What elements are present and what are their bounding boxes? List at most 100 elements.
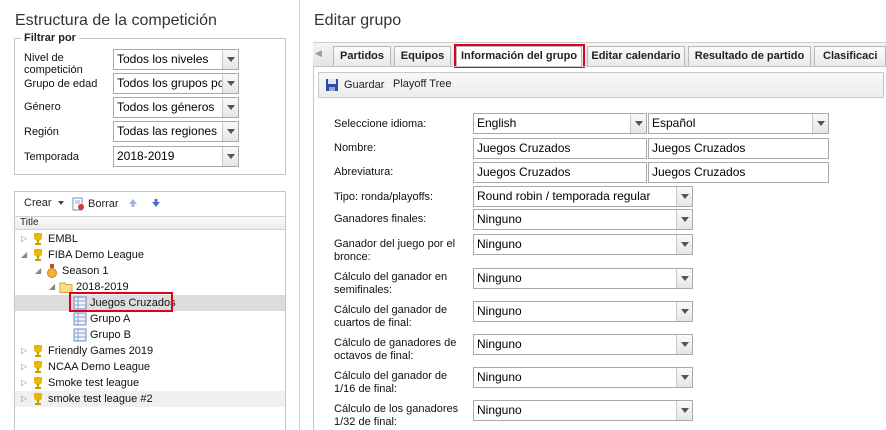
trophy-icon — [34, 377, 42, 389]
semifinal-winner-select[interactable]: Ninguno — [473, 268, 693, 289]
tree-item-label: Friendly Games 2019 — [48, 345, 154, 357]
chevron-down-icon — [812, 114, 828, 133]
chevron-down-icon — [630, 114, 646, 133]
arrow-up-icon — [129, 199, 137, 207]
language-label: Seleccione idioma: — [334, 118, 427, 130]
chevron-down-icon — [222, 147, 238, 166]
tree-item-label: Season 1 — [62, 265, 109, 277]
tree-item-label: EMBL — [48, 233, 78, 245]
expand-icon[interactable]: ▷ — [21, 359, 27, 375]
move-up-button[interactable] — [127, 197, 139, 209]
final-winners-select[interactable]: Ninguno — [473, 209, 693, 230]
name-label: Nombre: — [334, 142, 377, 154]
tree-item-label: Smoke test league — [48, 377, 140, 389]
language-2-select[interactable]: Español — [648, 113, 829, 134]
abbreviation-field-2[interactable]: Juegos Cruzados — [648, 162, 829, 183]
tree-item-embl[interactable]: ▷ EMBL — [15, 231, 285, 247]
gender-select[interactable]: Todos los géneros — [113, 97, 239, 118]
language-1-select[interactable]: English — [473, 113, 647, 134]
chevron-down-icon — [676, 187, 692, 206]
playoff-tree-button[interactable]: Playoff Tree — [393, 78, 452, 90]
season-select[interactable]: 2018-2019 — [113, 146, 239, 167]
filter-label-age-group: Grupo de edad — [24, 78, 98, 90]
semifinal-winner-label: Cálculo del ganador en semifinales: — [334, 271, 448, 296]
save-label: Guardar — [344, 79, 385, 91]
chevron-down-icon — [222, 98, 238, 117]
competition-structure-title: Estructura de la competición — [15, 12, 217, 29]
chevron-down-icon — [676, 302, 692, 321]
chevron-down-icon — [676, 368, 692, 387]
quarterfinal-winner-label: Cálculo del ganador de cuartos de final: — [334, 304, 448, 329]
tree-item-smoke-test-league[interactable]: ▷ Smoke test league — [15, 375, 285, 391]
region-select[interactable]: Todas las regiones — [113, 121, 239, 142]
filter-label-season: Temporada — [24, 151, 80, 163]
abbreviation-label: Abreviatura: — [334, 166, 394, 178]
expand-icon[interactable]: ▷ — [21, 343, 27, 359]
trophy-icon — [34, 233, 42, 245]
chevron-down-icon — [676, 210, 692, 229]
tab-editar-calendario[interactable]: Editar calendario — [587, 46, 685, 66]
tree-item-ncaa-demo-league[interactable]: ▷ NCAA Demo League — [15, 359, 285, 375]
tree-item-label: FIBA Demo League — [48, 249, 145, 261]
expand-icon[interactable]: ▷ — [21, 375, 27, 391]
tree-item-grupo-b[interactable]: Grupo B — [15, 327, 285, 343]
tab-scroll-left-icon[interactable]: ◀ — [315, 48, 322, 59]
round-of-16-winners-label: Cálculo de ganadores de octavos de final… — [334, 337, 457, 362]
filter-label-gender: Género — [24, 101, 61, 113]
final-winners-label: Ganadores finales: — [334, 213, 427, 225]
type-label: Tipo: ronda/playoffs: — [334, 191, 434, 203]
chevron-down-icon — [222, 74, 238, 93]
round-of-32-winner-select[interactable]: Ninguno — [473, 367, 693, 388]
type-select[interactable]: Round robin / temporada regular — [473, 186, 693, 207]
bronze-winner-label: Ganador del juego por el bronce: — [334, 238, 456, 263]
quarterfinal-winner-select[interactable]: Ninguno — [473, 301, 693, 322]
tree-item-grupo-a[interactable]: Grupo A — [15, 311, 285, 327]
round-of-32-winner-label: Cálculo del ganador de 1/16 de final: — [334, 370, 448, 395]
collapse-icon[interactable]: ◢ — [49, 279, 55, 295]
create-button[interactable]: Crear — [24, 197, 66, 209]
expand-icon[interactable]: ▷ — [21, 231, 27, 247]
age-group-select[interactable]: Todos los grupos por — [113, 73, 239, 94]
trophy-icon — [34, 249, 42, 261]
level-select[interactable]: Todos los niveles — [113, 49, 239, 70]
expand-icon[interactable]: ▷ — [21, 391, 27, 407]
tab-equipos[interactable]: Equipos — [394, 46, 451, 66]
chevron-down-icon — [676, 269, 692, 288]
tab-resultado-de-partido[interactable]: Resultado de partido — [688, 46, 811, 66]
filter-label-level: Nivel de competición — [24, 52, 83, 76]
save-button[interactable]: Guardar — [325, 78, 384, 92]
tree-item-label: smoke test league #2 — [48, 393, 153, 405]
move-down-button[interactable] — [150, 197, 162, 209]
round-of-16-winners-select[interactable]: Ninguno — [473, 334, 693, 355]
medal-icon — [47, 264, 57, 278]
tree-item-smoke-test-league-2[interactable]: ▷ smoke test league #2 — [15, 391, 285, 407]
bronze-winner-select[interactable]: Ninguno — [473, 234, 693, 255]
filter-label-region: Región — [24, 126, 59, 138]
chevron-down-icon — [676, 235, 692, 254]
caret-down-icon — [57, 201, 64, 205]
create-label: Crear — [24, 197, 52, 209]
round-of-64-winners-select[interactable]: Ninguno — [473, 400, 693, 421]
trophy-icon — [34, 361, 42, 373]
table-icon — [73, 328, 87, 342]
tree-item-label: NCAA Demo League — [48, 361, 151, 373]
tree-item-season-1[interactable]: ◢ Season 1 — [15, 263, 285, 279]
collapse-icon[interactable]: ◢ — [21, 247, 27, 263]
floppy-disk-icon — [326, 79, 338, 91]
edit-group-title: Editar grupo — [314, 12, 402, 29]
chevron-down-icon — [676, 401, 692, 420]
abbreviation-field-1[interactable]: Juegos Cruzados — [473, 162, 647, 183]
delete-button[interactable]: Borrar — [71, 197, 119, 211]
highlight-juegos-cruzados — [69, 292, 173, 312]
name-field-1[interactable]: Juegos Cruzados — [473, 138, 647, 159]
collapse-icon[interactable]: ◢ — [35, 263, 41, 279]
name-field-2[interactable]: Juegos Cruzados — [648, 138, 829, 159]
tab-clasificacion[interactable]: Clasificaci — [814, 46, 886, 66]
tree-item-fiba-demo-league[interactable]: ◢ FIBA Demo League — [15, 247, 285, 263]
panel-divider[interactable] — [299, 0, 300, 430]
tab-partidos[interactable]: Partidos — [333, 46, 391, 66]
tree-item-label: Grupo A — [90, 313, 131, 325]
tree-column-header[interactable]: Title — [15, 216, 285, 230]
tree-item-friendly-games-2019[interactable]: ▷ Friendly Games 2019 — [15, 343, 285, 359]
chevron-down-icon — [676, 335, 692, 354]
